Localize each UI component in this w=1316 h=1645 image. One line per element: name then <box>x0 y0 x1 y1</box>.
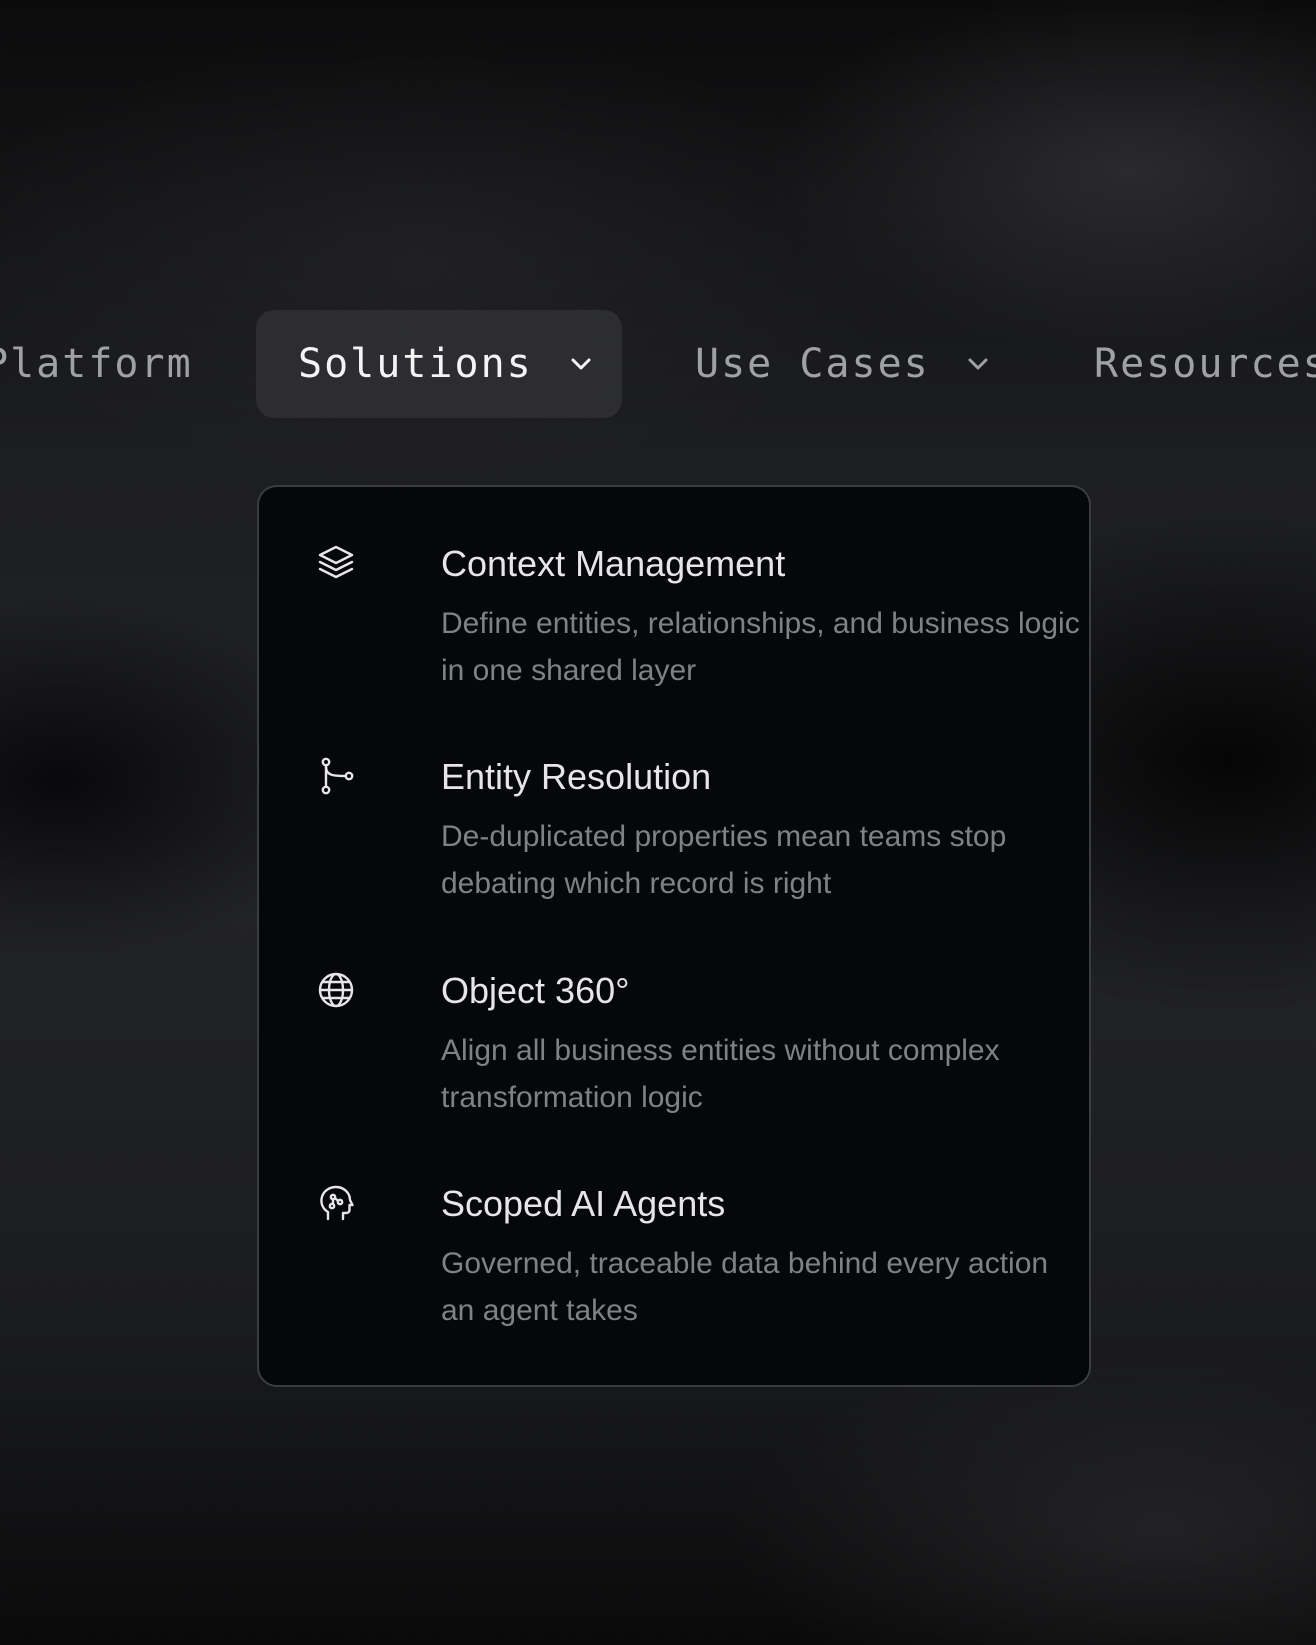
nav-item-label: Platform <box>0 341 193 387</box>
nav-item-label: Solutions <box>298 341 533 387</box>
menu-item-scoped-ai-agents[interactable]: Scoped AI Agents Governed, traceable dat… <box>317 1182 1049 1332</box>
nav-item-solutions[interactable]: Solutions <box>256 310 622 418</box>
globe-icon <box>317 971 355 1009</box>
solutions-dropdown-menu: Context Management Define entities, rela… <box>257 485 1091 1387</box>
nav-item-label: Resources <box>1094 341 1316 387</box>
chevron-down-icon <box>567 350 595 378</box>
nav-item-resources[interactable]: Resources <box>1094 310 1316 418</box>
git-branch-icon <box>317 757 355 795</box>
menu-item-description: De-duplicated properties mean teams stop… <box>441 820 1007 900</box>
menu-item-description: Governed, traceable data behind every ac… <box>441 1247 1049 1327</box>
menu-item-description: Align all business entities without comp… <box>441 1034 1000 1114</box>
menu-item-title: Context Management <box>441 543 786 584</box>
nav-item-label: Use Cases <box>695 341 930 387</box>
nav-item-platform[interactable]: Platform <box>0 310 193 418</box>
nav-item-use-cases[interactable]: Use Cases <box>695 310 992 418</box>
chevron-down-icon <box>964 350 992 378</box>
layers-icon <box>317 544 355 582</box>
menu-item-title: Scoped AI Agents <box>441 1183 726 1224</box>
ai-brain-head-icon <box>317 1184 355 1222</box>
main-nav: Platform Solutions Use Cases Resources <box>0 310 1316 418</box>
menu-item-title: Entity Resolution <box>441 756 712 797</box>
menu-item-object-360[interactable]: Object 360° Align all business entities … <box>317 969 1049 1119</box>
menu-item-title: Object 360° <box>441 970 630 1011</box>
menu-item-entity-resolution[interactable]: Entity Resolution De-duplicated properti… <box>317 755 1049 905</box>
menu-item-description: Define entities, relationships, and busi… <box>441 607 1080 687</box>
menu-item-context-management[interactable]: Context Management Define entities, rela… <box>317 542 1080 692</box>
